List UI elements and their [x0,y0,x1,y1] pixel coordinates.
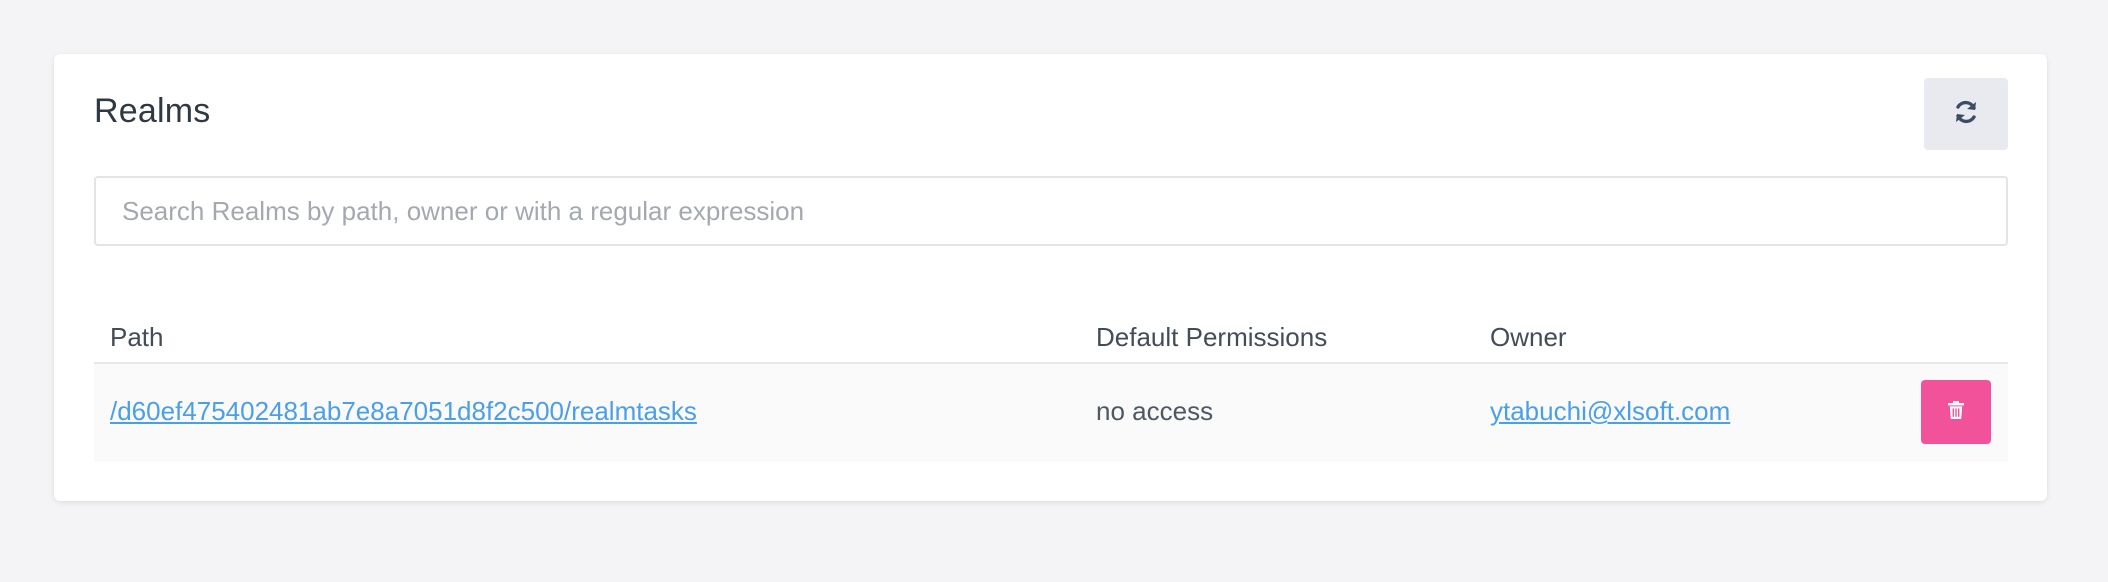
default-permissions-value: no access [1096,396,1214,426]
realm-path-link[interactable]: /d60ef475402481ab7e8a7051d8f2c500/realmt… [110,396,697,427]
search-input[interactable] [94,176,2008,246]
table-header: Path Default Permissions Owner [94,308,2008,364]
owner-link[interactable]: ytabuchi@xlsoft.com [1490,396,1730,427]
column-header-path[interactable]: Path [110,322,164,353]
page-title: Realms [94,92,211,130]
refresh-button[interactable] [1924,78,2008,150]
column-header-owner[interactable]: Owner [1490,322,1567,353]
delete-realm-button[interactable] [1921,380,1991,444]
table-row: /d60ef475402481ab7e8a7051d8f2c500/realmt… [94,364,2008,462]
refresh-icon [1953,99,1979,130]
column-header-default-permissions[interactable]: Default Permissions [1096,322,1327,353]
realms-panel: Realms Path Default Permissions Owner /d… [54,54,2047,501]
trash-icon [1948,400,1964,424]
